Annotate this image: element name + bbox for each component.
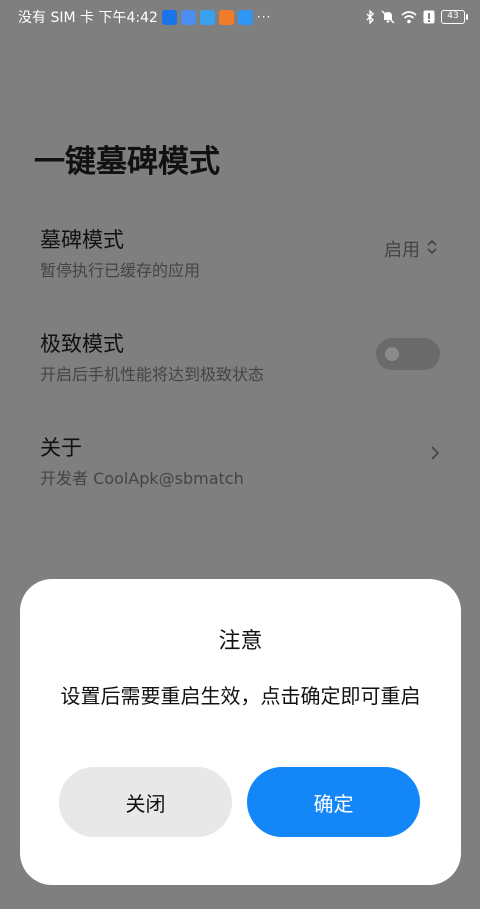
settings-item-tombstone-mode[interactable]: 墓碑模式 暂停执行已缓存的应用 启用 xyxy=(0,224,480,294)
app-notification-icon xyxy=(218,9,234,25)
battery-icon: 43 xyxy=(441,10,468,24)
battery-level: 43 xyxy=(441,10,465,24)
alert-icon xyxy=(423,10,435,24)
app-notification-icon xyxy=(161,9,177,25)
bluetooth-icon xyxy=(365,10,375,24)
confirm-button[interactable]: 确定 xyxy=(247,767,420,837)
page-title: 一键墓碑模式 xyxy=(34,144,220,180)
status-bar: 没有 SIM 卡 下午4:42 ··· 43 xyxy=(0,0,480,34)
wifi-icon xyxy=(401,10,417,24)
restart-dialog: 注意 设置后需要重启生效，点击确定即可重启 关闭 确定 xyxy=(20,579,461,885)
carrier-time: 没有 SIM 卡 下午4:42 xyxy=(18,10,158,26)
status-left: 没有 SIM 卡 下午4:42 ··· xyxy=(18,7,271,27)
chevron-right-icon xyxy=(430,444,440,466)
item-title: 关于 xyxy=(40,436,82,460)
item-title: 极致模式 xyxy=(40,332,124,356)
item-subtitle: 开发者 CoolApk@sbmatch xyxy=(40,469,244,488)
app-notification-icon xyxy=(237,9,253,25)
mode-selector[interactable]: 启用 xyxy=(384,236,438,262)
settings-item-extreme-mode[interactable]: 极致模式 开启后手机性能将达到极致状态 xyxy=(0,328,480,398)
app-notification-icon xyxy=(199,9,215,25)
settings-item-about[interactable]: 关于 开发者 CoolApk@sbmatch xyxy=(0,432,480,502)
more-notifications-icon: ··· xyxy=(256,10,272,24)
mute-bell-icon xyxy=(381,10,395,24)
extreme-mode-toggle[interactable] xyxy=(376,338,440,370)
toggle-knob xyxy=(385,347,399,361)
item-title: 墓碑模式 xyxy=(40,228,124,252)
app-notification-icon xyxy=(180,9,196,25)
chevron-up-down-icon xyxy=(426,238,438,261)
item-subtitle: 暂停执行已缓存的应用 xyxy=(40,261,201,280)
dialog-message: 设置后需要重启生效，点击确定即可重启 xyxy=(60,684,421,708)
close-button[interactable]: 关闭 xyxy=(59,767,232,837)
item-subtitle: 开启后手机性能将达到极致状态 xyxy=(40,365,265,384)
mode-value: 启用 xyxy=(384,240,420,261)
dialog-title: 注意 xyxy=(218,629,263,654)
status-right: 43 xyxy=(365,10,468,24)
